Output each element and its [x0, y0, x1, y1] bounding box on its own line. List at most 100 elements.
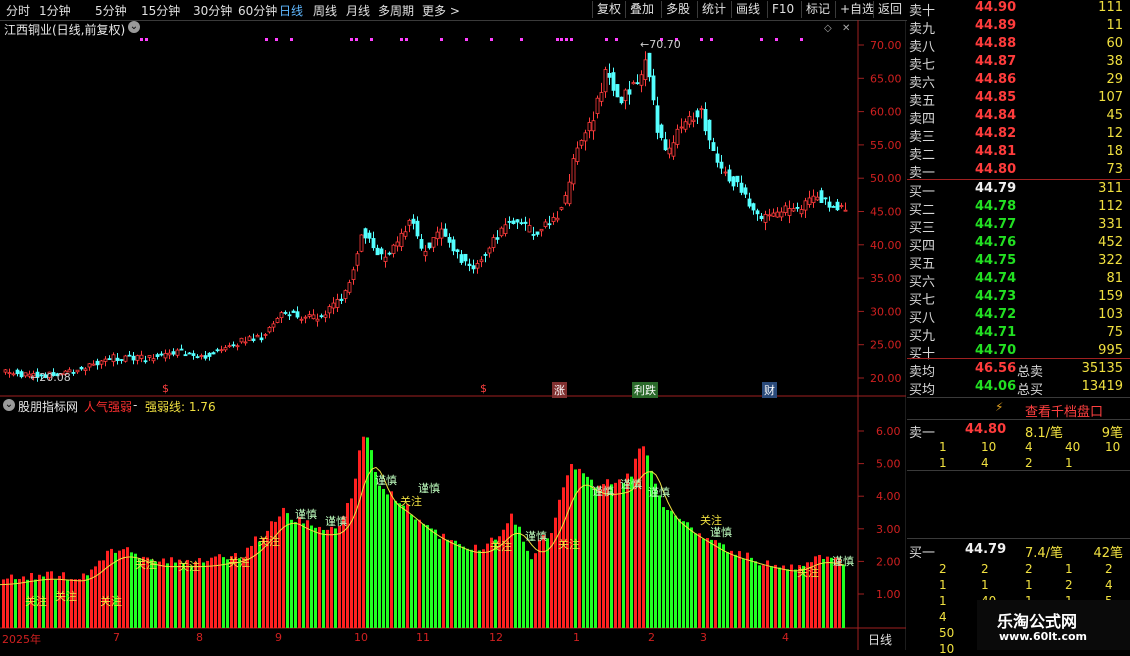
candle-body [739, 182, 744, 193]
indicator-bar [322, 529, 325, 628]
candle-body [251, 338, 256, 341]
indicator-bar [394, 500, 397, 628]
high-price-value: 70.70 [649, 38, 681, 51]
chevron-down-icon[interactable]: ⌄ [128, 21, 140, 33]
multi-stock-button[interactable]: 多股 [661, 1, 694, 18]
event-mark[interactable]: $ [162, 382, 169, 395]
bids-row[interactable]: 买二 44.78 112 [907, 199, 1129, 218]
attention-signal: 关注 [135, 557, 157, 571]
indicator-bar [278, 516, 281, 628]
candle-body [155, 354, 160, 357]
candle-body [239, 337, 244, 343]
candle-body [619, 96, 624, 104]
candle-body [439, 228, 444, 239]
candle-body [783, 205, 788, 213]
asks-row[interactable]: 卖七 44.87 38 [907, 54, 1129, 73]
stats-button[interactable]: 统计 [697, 1, 730, 18]
candle-body [683, 121, 688, 130]
diamond-icon[interactable]: ◇ [824, 23, 832, 34]
indicator-bar [10, 574, 13, 628]
order-size-cell: 2 [1025, 562, 1033, 576]
mark-button[interactable]: 标记 [801, 1, 834, 18]
candle-body [23, 372, 28, 377]
event-mark[interactable]: 财 [762, 382, 777, 398]
period-tab-weekly[interactable]: 周线 [313, 2, 337, 19]
indicator-bar [14, 579, 17, 628]
marker-dot [400, 38, 403, 41]
candle-body [419, 239, 424, 249]
asks-row[interactable]: 卖十 44.90 111 [907, 0, 1129, 19]
period-tab-monthly[interactable]: 月线 [346, 2, 370, 19]
indicator-bar [586, 476, 589, 628]
candle-body [123, 355, 128, 362]
indicator-bar [354, 478, 357, 628]
asks-row[interactable]: 卖五 44.85 107 [907, 90, 1129, 109]
asks-row[interactable]: 卖一 44.80 73 [907, 162, 1129, 181]
event-mark[interactable]: $ [480, 382, 487, 395]
candle-body [71, 372, 76, 374]
candle-body [807, 197, 812, 205]
event-mark[interactable]: 利跌 [632, 382, 658, 398]
close-icon[interactable]: ✕ [842, 23, 850, 34]
candle-body [747, 198, 752, 207]
period-tab-30min[interactable]: 30分钟 [193, 2, 232, 19]
asks-row[interactable]: 卖二 44.81 18 [907, 144, 1129, 163]
draw-line-button[interactable]: 画线 [731, 1, 764, 18]
order-size-cell: 2 [981, 562, 989, 576]
period-tab-more[interactable]: 更多 > [422, 2, 460, 19]
attention-signal: 关注 [700, 513, 722, 527]
indicator-bar [206, 560, 209, 628]
bids-row[interactable]: 买四 44.76 452 [907, 235, 1129, 254]
back-button[interactable]: 返回 [873, 1, 906, 18]
candle-body [223, 347, 228, 351]
asks-price: 44.89 [975, 18, 1017, 33]
adjust-button[interactable]: 复权 [592, 1, 625, 18]
indicator-bar [630, 476, 633, 628]
bids-row[interactable]: 买一 44.79 311 [907, 181, 1129, 200]
period-tab-5min[interactable]: 5分钟 [95, 2, 127, 19]
bids-row[interactable]: 买五 44.75 322 [907, 253, 1129, 272]
chevron-down-icon[interactable]: ⌄ [3, 399, 15, 411]
period-tab-60min[interactable]: 60分钟 [238, 2, 277, 19]
asks-row[interactable]: 卖九 44.89 11 [907, 18, 1129, 37]
candle-body [383, 256, 388, 262]
period-tab-15min[interactable]: 15分钟 [141, 2, 180, 19]
high-price-marker: ←70.70 [640, 38, 681, 51]
indicator-bar [386, 494, 389, 628]
indicator-bar [534, 553, 537, 628]
bids-volume: 103 [1098, 307, 1123, 322]
x-axis-label: 2025年 [2, 633, 41, 646]
kline-chart[interactable]: 70.0065.0060.0055.0050.0045.0040.0035.00… [0, 20, 906, 650]
bids-row[interactable]: 买七 44.73 159 [907, 289, 1129, 308]
indicator-bar [594, 487, 597, 628]
indicator-bar [390, 491, 393, 628]
candle-body [427, 242, 432, 249]
period-tab-intraday[interactable]: 分时 [6, 2, 30, 19]
bids-row[interactable]: 买六 44.74 81 [907, 271, 1129, 290]
asks-row[interactable]: 卖八 44.88 60 [907, 36, 1129, 55]
event-mark[interactable]: 涨 [552, 382, 567, 398]
bids-volume: 995 [1098, 343, 1123, 358]
asks-row[interactable]: 卖四 44.84 45 [907, 108, 1129, 127]
overlay-button[interactable]: 叠加 [625, 1, 658, 18]
period-tab-multi[interactable]: 多周期 [378, 2, 414, 19]
bids-row[interactable]: 买九 44.71 75 [907, 325, 1129, 344]
level1000-button[interactable]: 查看千档盘口 [1025, 401, 1103, 420]
candle-body [99, 360, 104, 365]
indicator-name[interactable]: 股朋指标网 [18, 398, 78, 415]
bids-row[interactable]: 买三 44.77 331 [907, 217, 1129, 236]
f10-button[interactable]: F10 [767, 1, 798, 18]
watermark-title: 乐淘公式网 [997, 612, 1078, 631]
bids-row[interactable]: 买八 44.72 103 [907, 307, 1129, 326]
candle-body [559, 207, 564, 210]
period-tab-daily[interactable]: 日线 [279, 2, 303, 19]
candle-body [459, 254, 464, 263]
candle-body [171, 351, 176, 355]
asks-row[interactable]: 卖六 44.86 29 [907, 72, 1129, 91]
asks-row[interactable]: 卖三 44.82 12 [907, 126, 1129, 145]
add-watchlist-button[interactable]: +自选 [835, 1, 878, 18]
indicator-axis-label: 6.00 [876, 425, 901, 438]
asks-volume: 12 [1106, 126, 1123, 141]
marker-dot [145, 38, 148, 41]
period-tab-1min[interactable]: 1分钟 [39, 2, 71, 19]
